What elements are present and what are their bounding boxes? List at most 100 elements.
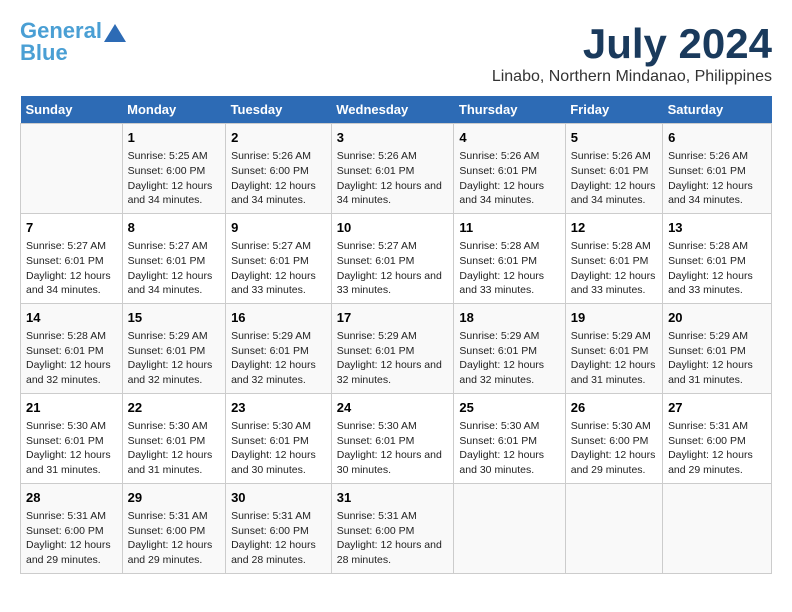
calendar-cell: 1 Sunrise: 5:25 AM Sunset: 6:00 PM Daylig…: [122, 124, 225, 214]
calendar-cell: 21 Sunrise: 5:30 AM Sunset: 6:01 PM Dayli…: [21, 393, 123, 483]
calendar-cell: 22 Sunrise: 5:30 AM Sunset: 6:01 PM Dayli…: [122, 393, 225, 483]
day-number: 26: [571, 399, 657, 417]
calendar-cell: 16 Sunrise: 5:29 AM Sunset: 6:01 PM Dayli…: [226, 303, 332, 393]
day-number: 13: [668, 219, 766, 237]
subtitle: Linabo, Northern Mindanao, Philippines: [492, 68, 772, 86]
calendar-cell: 10 Sunrise: 5:27 AM Sunset: 6:01 PM Dayli…: [331, 213, 454, 303]
calendar-cell: 5Sunrise: 5:26 AM Sunset: 6:01 PM Daylig…: [565, 124, 662, 214]
day-number: 30: [231, 489, 326, 507]
week-row-1: 1 Sunrise: 5:25 AM Sunset: 6:00 PM Daylig…: [21, 124, 772, 214]
week-row-3: 14 Sunrise: 5:28 AM Sunset: 6:01 PM Dayli…: [21, 303, 772, 393]
day-number: 8: [128, 219, 220, 237]
day-content: Sunrise: 5:30 AM Sunset: 6:01 PM Dayligh…: [128, 419, 220, 478]
calendar-cell: 25 Sunrise: 5:30 AM Sunset: 6:01 PM Dayli…: [454, 393, 565, 483]
calendar-cell: 2 Sunrise: 5:26 AM Sunset: 6:00 PM Daylig…: [226, 124, 332, 214]
day-number: 12: [571, 219, 657, 237]
calendar-cell: 14 Sunrise: 5:28 AM Sunset: 6:01 PM Dayli…: [21, 303, 123, 393]
day-number: 21: [26, 399, 117, 417]
day-number: 23: [231, 399, 326, 417]
day-content: Sunrise: 5:30 AM Sunset: 6:01 PM Dayligh…: [26, 419, 117, 478]
logo: GeneralBlue: [20, 20, 126, 64]
header-cell-sunday: Sunday: [21, 96, 123, 124]
day-number: 7: [26, 219, 117, 237]
week-row-4: 21 Sunrise: 5:30 AM Sunset: 6:01 PM Dayli…: [21, 393, 772, 483]
header-cell-monday: Monday: [122, 96, 225, 124]
day-content: Sunrise: 5:31 AM Sunset: 6:00 PM Dayligh…: [26, 509, 117, 568]
header-cell-saturday: Saturday: [663, 96, 772, 124]
calendar-cell: 24 Sunrise: 5:30 AM Sunset: 6:01 PM Dayli…: [331, 393, 454, 483]
week-row-2: 7 Sunrise: 5:27 AM Sunset: 6:01 PM Daylig…: [21, 213, 772, 303]
title-area: July 2024 Linabo, Northern Mindanao, Phi…: [492, 20, 772, 86]
day-content: Sunrise: 5:28 AM Sunset: 6:01 PM Dayligh…: [26, 329, 117, 388]
calendar-cell: 27Sunrise: 5:31 AM Sunset: 6:00 PM Dayli…: [663, 393, 772, 483]
day-number: 15: [128, 309, 220, 327]
logo-icon: [104, 24, 126, 42]
day-number: 28: [26, 489, 117, 507]
calendar-cell: 4 Sunrise: 5:26 AM Sunset: 6:01 PM Daylig…: [454, 124, 565, 214]
calendar-cell: 12 Sunrise: 5:28 AM Sunset: 6:01 PM Dayli…: [565, 213, 662, 303]
day-number: 24: [337, 399, 449, 417]
day-content: Sunrise: 5:27 AM Sunset: 6:01 PM Dayligh…: [231, 239, 326, 298]
calendar-cell: 30 Sunrise: 5:31 AM Sunset: 6:00 PM Dayli…: [226, 483, 332, 573]
day-number: 20: [668, 309, 766, 327]
header-cell-thursday: Thursday: [454, 96, 565, 124]
day-number: 2: [231, 129, 326, 147]
day-number: 4: [459, 129, 559, 147]
calendar-table: SundayMondayTuesdayWednesdayThursdayFrid…: [20, 96, 772, 574]
day-content: Sunrise: 5:27 AM Sunset: 6:01 PM Dayligh…: [337, 239, 449, 298]
day-number: 10: [337, 219, 449, 237]
calendar-cell: 8 Sunrise: 5:27 AM Sunset: 6:01 PM Daylig…: [122, 213, 225, 303]
calendar-cell: 17Sunrise: 5:29 AM Sunset: 6:01 PM Dayli…: [331, 303, 454, 393]
day-content: Sunrise: 5:31 AM Sunset: 6:00 PM Dayligh…: [337, 509, 449, 568]
day-content: Sunrise: 5:31 AM Sunset: 6:00 PM Dayligh…: [231, 509, 326, 568]
header: GeneralBlue July 2024 Linabo, Northern M…: [20, 20, 772, 86]
day-content: Sunrise: 5:31 AM Sunset: 6:00 PM Dayligh…: [668, 419, 766, 478]
calendar-cell: 23 Sunrise: 5:30 AM Sunset: 6:01 PM Dayli…: [226, 393, 332, 483]
day-number: 25: [459, 399, 559, 417]
calendar-cell: 29Sunrise: 5:31 AM Sunset: 6:00 PM Dayli…: [122, 483, 225, 573]
calendar-cell: 3 Sunrise: 5:26 AM Sunset: 6:01 PM Daylig…: [331, 124, 454, 214]
calendar-cell: 11Sunrise: 5:28 AM Sunset: 6:01 PM Dayli…: [454, 213, 565, 303]
day-number: 5: [571, 129, 657, 147]
calendar-cell: [454, 483, 565, 573]
day-number: 6: [668, 129, 766, 147]
calendar-cell: 31 Sunrise: 5:31 AM Sunset: 6:00 PM Dayli…: [331, 483, 454, 573]
calendar-cell: 13 Sunrise: 5:28 AM Sunset: 6:01 PM Dayli…: [663, 213, 772, 303]
main-title: July 2024: [492, 20, 772, 68]
calendar-cell: 15 Sunrise: 5:29 AM Sunset: 6:01 PM Dayli…: [122, 303, 225, 393]
day-content: Sunrise: 5:26 AM Sunset: 6:01 PM Dayligh…: [337, 149, 449, 208]
day-content: Sunrise: 5:27 AM Sunset: 6:01 PM Dayligh…: [26, 239, 117, 298]
day-content: Sunrise: 5:29 AM Sunset: 6:01 PM Dayligh…: [128, 329, 220, 388]
day-number: 31: [337, 489, 449, 507]
header-cell-tuesday: Tuesday: [226, 96, 332, 124]
day-content: Sunrise: 5:26 AM Sunset: 6:01 PM Dayligh…: [459, 149, 559, 208]
day-content: Sunrise: 5:29 AM Sunset: 6:01 PM Dayligh…: [337, 329, 449, 388]
calendar-cell: 19Sunrise: 5:29 AM Sunset: 6:01 PM Dayli…: [565, 303, 662, 393]
day-content: Sunrise: 5:26 AM Sunset: 6:00 PM Dayligh…: [231, 149, 326, 208]
day-content: Sunrise: 5:29 AM Sunset: 6:01 PM Dayligh…: [668, 329, 766, 388]
calendar-cell: [663, 483, 772, 573]
day-content: Sunrise: 5:30 AM Sunset: 6:01 PM Dayligh…: [231, 419, 326, 478]
day-content: Sunrise: 5:30 AM Sunset: 6:01 PM Dayligh…: [459, 419, 559, 478]
day-number: 3: [337, 129, 449, 147]
day-content: Sunrise: 5:29 AM Sunset: 6:01 PM Dayligh…: [571, 329, 657, 388]
day-content: Sunrise: 5:28 AM Sunset: 6:01 PM Dayligh…: [571, 239, 657, 298]
day-content: Sunrise: 5:30 AM Sunset: 6:01 PM Dayligh…: [337, 419, 449, 478]
day-number: 9: [231, 219, 326, 237]
day-content: Sunrise: 5:25 AM Sunset: 6:00 PM Dayligh…: [128, 149, 220, 208]
day-number: 18: [459, 309, 559, 327]
header-cell-friday: Friday: [565, 96, 662, 124]
day-number: 29: [128, 489, 220, 507]
day-number: 16: [231, 309, 326, 327]
calendar-cell: 6Sunrise: 5:26 AM Sunset: 6:01 PM Daylig…: [663, 124, 772, 214]
calendar-cell: [21, 124, 123, 214]
day-number: 22: [128, 399, 220, 417]
day-content: Sunrise: 5:27 AM Sunset: 6:01 PM Dayligh…: [128, 239, 220, 298]
day-content: Sunrise: 5:29 AM Sunset: 6:01 PM Dayligh…: [231, 329, 326, 388]
header-row: SundayMondayTuesdayWednesdayThursdayFrid…: [21, 96, 772, 124]
day-content: Sunrise: 5:28 AM Sunset: 6:01 PM Dayligh…: [668, 239, 766, 298]
day-number: 14: [26, 309, 117, 327]
calendar-cell: 9 Sunrise: 5:27 AM Sunset: 6:01 PM Daylig…: [226, 213, 332, 303]
day-number: 1: [128, 129, 220, 147]
calendar-cell: 28 Sunrise: 5:31 AM Sunset: 6:00 PM Dayli…: [21, 483, 123, 573]
